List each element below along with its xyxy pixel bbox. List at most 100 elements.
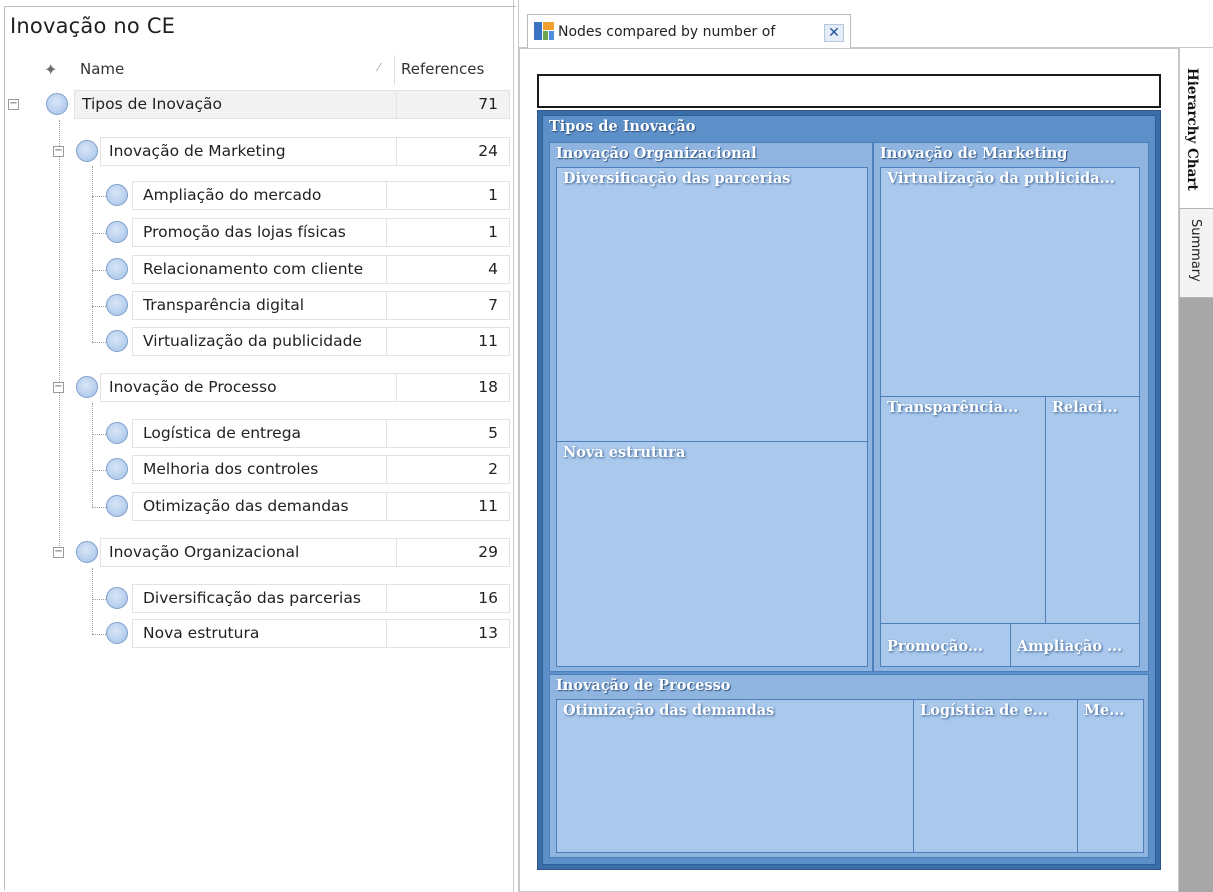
treemap-leaf-label: Me... xyxy=(1084,702,1125,719)
treemap-node-label: Inovação Organizacional xyxy=(556,145,757,162)
node-name: Tipos de Inovação xyxy=(82,95,222,113)
collapse-icon[interactable]: − xyxy=(53,382,64,393)
column-separator xyxy=(386,455,387,484)
column-header: ✦ Name ⁄ References xyxy=(8,55,510,85)
treemap-leaf-transparencia[interactable]: Transparência... xyxy=(880,396,1046,624)
tree-row[interactable]: Melhoria dos controles 2 xyxy=(0,455,510,484)
tree-row[interactable]: − Inovação de Processo 18 xyxy=(0,373,510,402)
column-separator xyxy=(386,327,387,356)
name-column-header[interactable]: Name xyxy=(80,60,124,78)
tree-row[interactable]: Transparência digital 7 xyxy=(0,291,510,320)
node-name: Melhoria dos controles xyxy=(143,460,319,478)
treemap-leaf-promocao[interactable]: Promoção... xyxy=(880,623,1011,667)
treemap-leaf-label: Otimização das demandas xyxy=(563,702,775,719)
node-icon xyxy=(106,422,128,444)
node-list-panel: Inovação no CE ✦ Name ⁄ References − Tip… xyxy=(0,0,516,892)
node-name: Promoção das lojas físicas xyxy=(143,223,346,241)
tree-row[interactable]: − Inovação Organizacional 29 xyxy=(0,538,510,567)
chart-header-box[interactable] xyxy=(537,74,1161,108)
tree-row[interactable]: Promoção das lojas físicas 1 xyxy=(0,218,510,247)
treemap-leaf-diversificacao[interactable]: Diversificação das parcerias xyxy=(556,167,868,442)
treemap-node-label: Inovação de Marketing xyxy=(880,145,1068,162)
collapse-icon[interactable]: − xyxy=(53,547,64,558)
treemap-leaf-nova-estrutura[interactable]: Nova estrutura xyxy=(556,441,868,667)
treemap-leaf-ampliacao[interactable]: Ampliação ... xyxy=(1010,623,1140,667)
column-separator xyxy=(386,419,387,448)
treemap-leaf-label: Logística de e... xyxy=(920,702,1048,719)
collapse-icon[interactable]: − xyxy=(8,99,19,110)
node-name: Ampliação do mercado xyxy=(143,186,322,204)
reference-count: 29 xyxy=(478,543,498,561)
treemap-leaf-label: Relaci... xyxy=(1052,399,1118,416)
tab-nodes-compared[interactable]: Nodes compared by number of ✕ xyxy=(527,14,851,49)
treemap-leaf-label: Diversificação das parcerias xyxy=(563,170,791,187)
sort-indicator-icon: ⁄ xyxy=(378,61,380,74)
column-separator xyxy=(396,538,397,567)
tab-summary[interactable]: Summary xyxy=(1179,208,1213,298)
references-column-header[interactable]: References xyxy=(401,60,484,78)
tab-hierarchy-chart[interactable]: Hierarchy Chart xyxy=(1179,48,1213,208)
reference-count: 18 xyxy=(478,378,498,396)
close-icon[interactable]: ✕ xyxy=(824,24,844,42)
treemap-leaf-melhoria[interactable]: Me... xyxy=(1077,699,1144,853)
node-name: Nova estrutura xyxy=(143,624,260,642)
tree-row[interactable]: Diversificação das parcerias 16 xyxy=(0,584,510,613)
tree-row[interactable]: Relacionamento com cliente 4 xyxy=(0,255,510,284)
treemap-node-organizacional[interactable]: Inovação Organizacional Diversificação d… xyxy=(549,142,873,672)
node-icon xyxy=(46,93,68,115)
tree-row[interactable]: − Inovação de Marketing 24 xyxy=(0,137,510,166)
column-separator xyxy=(396,90,397,119)
tree-row[interactable]: Logística de entrega 5 xyxy=(0,419,510,448)
column-separator xyxy=(396,137,397,166)
node-icon xyxy=(106,622,128,644)
treemap-leaf-virtualizacao[interactable]: Virtualização da publicida... xyxy=(880,167,1140,397)
column-separator xyxy=(386,181,387,210)
treemap-node-processo[interactable]: Inovação de Processo Otimização das dema… xyxy=(549,674,1149,858)
node-icon xyxy=(106,258,128,280)
treemap-leaf-otimizacao[interactable]: Otimização das demandas xyxy=(556,699,914,853)
treemap-leaf-logistica[interactable]: Logística de e... xyxy=(913,699,1078,853)
column-separator xyxy=(396,373,397,402)
tree-row[interactable]: Otimização das demandas 11 xyxy=(0,492,510,521)
tree-row[interactable]: − Tipos de Inovação 71 xyxy=(0,90,510,119)
treemap-leaf-label: Virtualização da publicida... xyxy=(887,170,1115,187)
reference-count: 4 xyxy=(488,260,498,278)
treemap-leaf-label: Ampliação ... xyxy=(1017,638,1123,655)
reference-count: 71 xyxy=(478,95,498,113)
node-name: Transparência digital xyxy=(143,296,305,314)
reference-count: 11 xyxy=(478,332,498,350)
node-name: Inovação de Processo xyxy=(109,378,277,396)
node-icon xyxy=(106,330,128,352)
node-name: Inovação Organizacional xyxy=(109,543,300,561)
reference-count: 7 xyxy=(488,296,498,314)
treemap-leaf-label: Nova estrutura xyxy=(563,444,686,461)
node-name: Diversificação das parcerias xyxy=(143,589,361,607)
treemap-node-tipos-de-inovacao[interactable]: Tipos de Inovação Inovação Organizaciona… xyxy=(542,115,1156,865)
chart-area: Tipos de Inovação Inovação Organizaciona… xyxy=(519,48,1179,892)
tree-row[interactable]: Virtualização da publicidade 11 xyxy=(0,327,510,356)
reference-count: 1 xyxy=(488,223,498,241)
tree-row[interactable]: Nova estrutura 13 xyxy=(0,619,510,648)
treemap-node-marketing[interactable]: Inovação de Marketing Virtualização da p… xyxy=(873,142,1149,672)
treemap-leaf-relacionamento[interactable]: Relaci... xyxy=(1045,396,1140,624)
node-icon xyxy=(76,541,98,563)
node-name: Inovação de Marketing xyxy=(109,142,286,160)
column-separator xyxy=(386,255,387,284)
tree-row[interactable]: Ampliação do mercado 1 xyxy=(0,181,510,210)
node-name: Virtualização da publicidade xyxy=(143,332,362,350)
pin-icon[interactable]: ✦ xyxy=(44,60,57,79)
reference-count: 1 xyxy=(488,186,498,204)
column-separator xyxy=(386,218,387,247)
node-icon xyxy=(76,140,98,162)
node-icon xyxy=(106,221,128,243)
treemap-node-label: Inovação de Processo xyxy=(556,677,731,694)
column-divider[interactable] xyxy=(394,55,395,85)
column-separator xyxy=(386,619,387,648)
collapse-icon[interactable]: − xyxy=(53,146,64,157)
side-tab-strip: Hierarchy Chart Summary xyxy=(1179,48,1213,892)
node-icon xyxy=(106,184,128,206)
reference-count: 24 xyxy=(478,142,498,160)
node-icon xyxy=(106,294,128,316)
node-icon xyxy=(106,458,128,480)
treemap-leaf-label: Promoção... xyxy=(887,638,984,655)
